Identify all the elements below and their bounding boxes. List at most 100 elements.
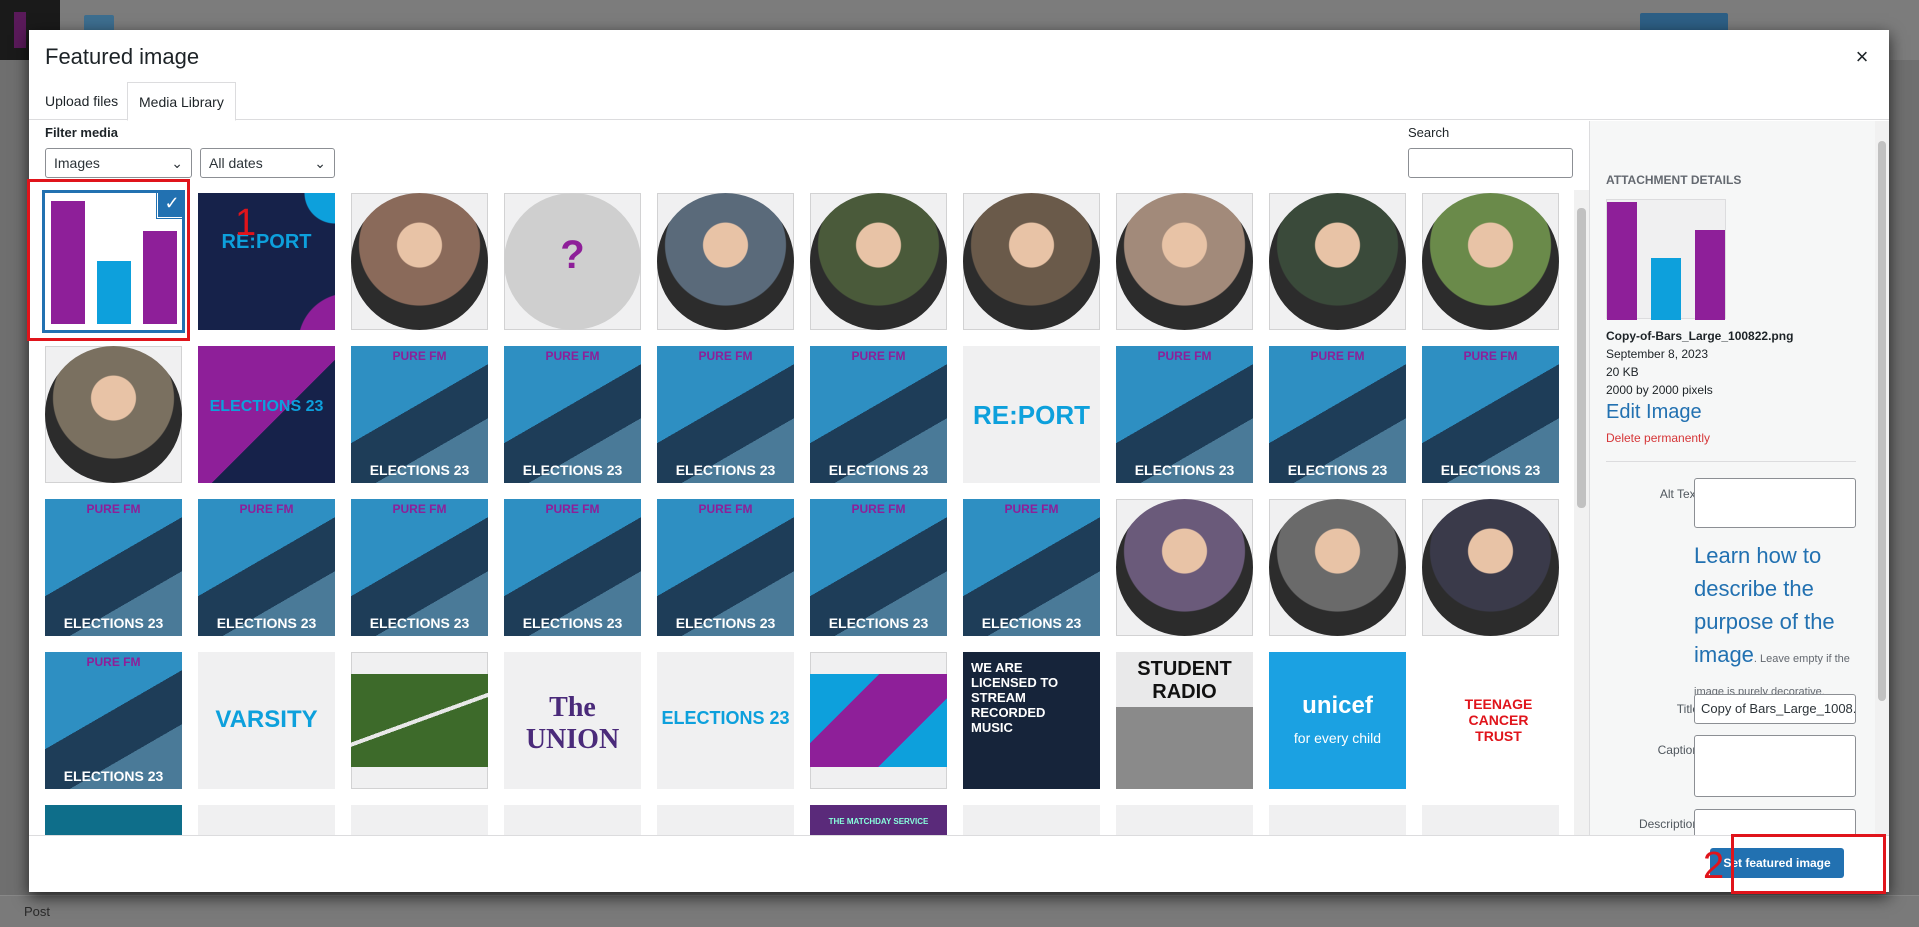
- media-tile[interactable]: PURE FM ELECTIONS 23: [1422, 346, 1559, 483]
- media-tile[interactable]: [45, 805, 182, 835]
- annotation-number-2: 2: [1703, 845, 1725, 887]
- media-tile[interactable]: PURE FM ELECTIONS 23: [657, 499, 794, 636]
- divider: [1606, 461, 1856, 462]
- media-tile[interactable]: [810, 193, 947, 330]
- tile-text: WE ARE LICENSED TO STREAM RECORDED MUSIC: [971, 660, 1059, 735]
- media-tile[interactable]: [1116, 805, 1253, 835]
- tile-text: ELECTIONS 23: [369, 615, 470, 631]
- date-filter-select[interactable]: All dates ⌄: [200, 148, 335, 178]
- tile-brand: PURE FM: [851, 349, 906, 363]
- media-tile[interactable]: [1116, 193, 1253, 330]
- media-tile[interactable]: RE:PORT: [963, 346, 1100, 483]
- media-grid: ✓ RE:PORT ? ELECTIONS 23 PURE FM ELECTIO…: [45, 193, 1559, 835]
- attachment-details-sidebar: ATTACHMENT DETAILS Copy-of-Bars_Large_10…: [1589, 121, 1889, 835]
- chevron-down-icon: ⌄: [171, 155, 183, 171]
- media-tile[interactable]: ?: [504, 193, 641, 330]
- media-tile[interactable]: VARSITY: [198, 652, 335, 789]
- tile-brand: PURE FM: [1310, 349, 1365, 363]
- media-tile[interactable]: [657, 193, 794, 330]
- media-tile[interactable]: [1422, 499, 1559, 636]
- media-tile[interactable]: [1269, 805, 1406, 835]
- portrait-photo: [1422, 193, 1559, 330]
- alt-text-help: Learn how to describe the purpose of the…: [1694, 539, 1862, 704]
- breadcrumb-post: Post: [24, 904, 51, 919]
- media-tile[interactable]: [1116, 499, 1253, 636]
- tile-subtext: for every child: [1293, 730, 1382, 746]
- filter-media-label: Filter media: [45, 125, 118, 140]
- tile-brand: PURE FM: [1004, 502, 1059, 516]
- tile-brand: PURE FM: [851, 502, 906, 516]
- media-tile[interactable]: TEENAGE CANCER TRUST: [1422, 652, 1559, 789]
- media-tile[interactable]: [810, 652, 947, 789]
- media-tile[interactable]: PURE FM ELECTIONS 23: [963, 499, 1100, 636]
- portrait-photo: [1116, 193, 1253, 330]
- tile-text: TEENAGE CANCER TRUST: [1464, 696, 1533, 744]
- sidebar-scrollbar[interactable]: [1875, 121, 1889, 835]
- media-tile[interactable]: PURE FM ELECTIONS 23: [810, 499, 947, 636]
- media-tile[interactable]: PURE FM ELECTIONS 23: [504, 499, 641, 636]
- alt-text-field[interactable]: [1694, 478, 1856, 528]
- title-field[interactable]: Copy of Bars_Large_1008.: [1694, 694, 1856, 724]
- tile-text: ELECTIONS 23: [675, 462, 776, 478]
- media-tile[interactable]: PURE FM ELECTIONS 23: [1269, 346, 1406, 483]
- chevron-down-icon: ⌄: [314, 155, 326, 171]
- media-tile[interactable]: [45, 346, 182, 483]
- media-tile[interactable]: [1422, 193, 1559, 330]
- media-tile[interactable]: PURE FM ELECTIONS 23: [351, 499, 488, 636]
- media-tile[interactable]: unicef for every child: [1269, 652, 1406, 789]
- annotation-box-2: [1731, 834, 1886, 894]
- edit-image-link[interactable]: Edit Image: [1606, 401, 1702, 424]
- description-field[interactable]: [1694, 809, 1856, 835]
- tile-text: ELECTIONS 23: [981, 615, 1082, 631]
- attachment-date: September 8, 2023: [1606, 347, 1709, 361]
- media-tile[interactable]: PURE FM ELECTIONS 23: [45, 652, 182, 789]
- media-tile[interactable]: [198, 805, 335, 835]
- media-tile[interactable]: [351, 805, 488, 835]
- tab-media-library[interactable]: Media Library: [127, 82, 236, 121]
- portrait-photo: [810, 193, 947, 330]
- learn-alt-text-link[interactable]: Learn how to describe the purpose of the…: [1694, 543, 1835, 667]
- tile-brand: PURE FM: [545, 349, 600, 363]
- media-tile[interactable]: [657, 805, 794, 835]
- featured-image-modal: Featured image × Upload files Media Libr…: [27, 30, 1889, 892]
- tab-upload-files[interactable]: Upload files: [34, 82, 129, 120]
- media-tile[interactable]: [351, 652, 488, 789]
- tile-text: RE:PORT: [221, 231, 312, 253]
- media-tile[interactable]: ELECTIONS 23: [657, 652, 794, 789]
- attachment-size: 20 KB: [1606, 365, 1639, 379]
- tile-brand: PURE FM: [392, 349, 447, 363]
- media-tile[interactable]: [963, 193, 1100, 330]
- search-input[interactable]: [1408, 148, 1573, 178]
- media-tile[interactable]: [1269, 499, 1406, 636]
- media-tile[interactable]: PURE FM ELECTIONS 23: [504, 346, 641, 483]
- media-type-select[interactable]: Images ⌄: [45, 148, 192, 178]
- media-tile[interactable]: STUDENT RADIO: [1116, 652, 1253, 789]
- tile-text: ELECTIONS 23: [209, 398, 324, 415]
- media-tile[interactable]: THE MATCHDAY SERVICE: [810, 805, 947, 835]
- media-tile[interactable]: PURE FM ELECTIONS 23: [657, 346, 794, 483]
- media-tile[interactable]: ELECTIONS 23: [198, 346, 335, 483]
- media-tile[interactable]: [351, 193, 488, 330]
- portrait-photo: [1116, 499, 1253, 636]
- tile-text: ELECTIONS 23: [1287, 462, 1388, 478]
- media-tile[interactable]: [1269, 193, 1406, 330]
- close-icon[interactable]: ×: [1849, 44, 1875, 70]
- caption-field[interactable]: [1694, 735, 1856, 797]
- media-tile[interactable]: PURE FM ELECTIONS 23: [810, 346, 947, 483]
- media-tile[interactable]: [504, 805, 641, 835]
- tile-text: ELECTIONS 23: [661, 708, 790, 728]
- tile-text: ELECTIONS 23: [675, 615, 776, 631]
- delete-permanently-link[interactable]: Delete permanently: [1606, 431, 1710, 445]
- tile-brand: PURE FM: [545, 502, 600, 516]
- media-tile[interactable]: PURE FM ELECTIONS 23: [351, 346, 488, 483]
- media-tile[interactable]: PURE FM ELECTIONS 23: [45, 499, 182, 636]
- media-grid-scrollbar[interactable]: [1574, 190, 1589, 835]
- media-tile[interactable]: PURE FM ELECTIONS 23: [198, 499, 335, 636]
- media-tile[interactable]: [963, 805, 1100, 835]
- tile-brand: PURE FM: [698, 349, 753, 363]
- media-tile[interactable]: PURE FM ELECTIONS 23: [1116, 346, 1253, 483]
- media-tile[interactable]: [1422, 805, 1559, 835]
- media-tile[interactable]: WE ARE LICENSED TO STREAM RECORDED MUSIC: [963, 652, 1100, 789]
- media-tile[interactable]: The UNION: [504, 652, 641, 789]
- media-tile[interactable]: RE:PORT: [198, 193, 335, 330]
